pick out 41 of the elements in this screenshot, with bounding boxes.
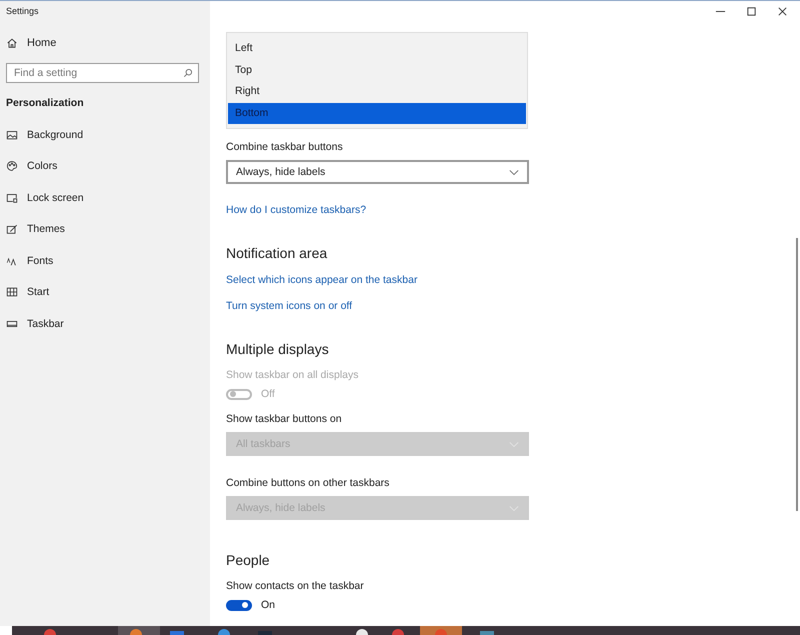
setting-label: Combine buttons on other taskbars <box>226 477 390 491</box>
nav-item[interactable]: Start <box>0 286 56 298</box>
tiles-icon <box>6 286 18 298</box>
dropdown-option[interactable]: Top <box>228 60 526 81</box>
nav-item[interactable]: Lock screen <box>0 192 90 204</box>
setting-label: Combine taskbar buttons <box>226 141 343 155</box>
section-heading: Multiple displays <box>226 341 329 357</box>
section-heading: People <box>226 552 270 568</box>
toggle-state: On <box>261 599 276 611</box>
chevron-down-icon <box>509 504 519 512</box>
nav-item[interactable]: Background <box>0 128 90 140</box>
search-icon <box>183 68 193 78</box>
setting-label: Show taskbar buttons on <box>226 413 342 427</box>
dropdown-option[interactable]: Right <box>228 81 526 102</box>
home-icon <box>6 37 18 49</box>
chevron-down-icon <box>509 168 519 176</box>
search-field[interactable]: Find a setting <box>6 63 199 83</box>
screen-icon <box>6 192 18 204</box>
maximize-button[interactable] <box>746 6 757 17</box>
setting-label: Show taskbar on all displays <box>226 369 358 383</box>
palette-icon <box>6 160 18 172</box>
home-link[interactable]: Home <box>0 31 62 55</box>
setting-label: Show contacts on the taskbar <box>226 580 364 594</box>
nav-item[interactable]: Themes <box>0 223 71 235</box>
dropdown-option[interactable]: Left <box>228 38 526 60</box>
dropdown[interactable]: Always, hide labels <box>226 160 529 184</box>
image-icon <box>6 128 18 140</box>
toggle-switch[interactable] <box>226 600 252 610</box>
scroll-bar[interactable] <box>796 238 798 511</box>
close-button[interactable] <box>777 6 788 17</box>
nav-item[interactable]: Fonts <box>0 254 60 266</box>
link[interactable]: Turn system icons on or off <box>226 300 352 312</box>
nav-item[interactable]: Taskbar <box>0 318 70 330</box>
link[interactable]: Select which icons appear on the taskbar <box>226 274 418 286</box>
window-title: Settings <box>5 5 39 18</box>
chevron-down-icon <box>509 440 519 448</box>
link[interactable]: How do I customize taskbars? <box>226 204 366 216</box>
section-heading: Personalization <box>5 96 84 109</box>
section-heading: Notification area <box>226 245 328 261</box>
nav-item[interactable]: Colors <box>0 160 64 172</box>
toggle-state: Off <box>261 388 275 400</box>
